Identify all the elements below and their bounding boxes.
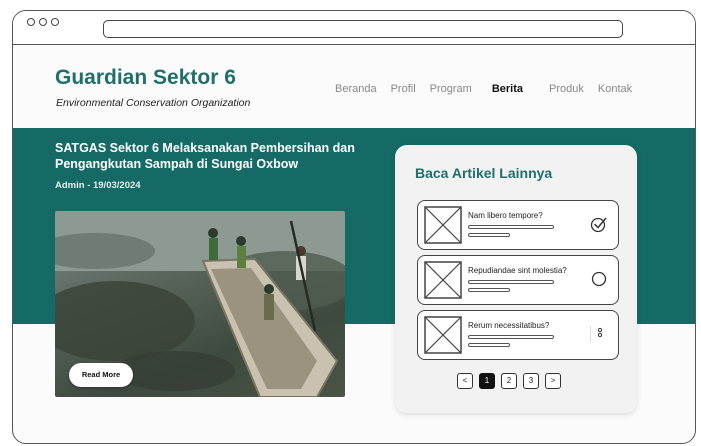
browser-chrome [13, 11, 695, 45]
check-circle-icon[interactable] [590, 215, 608, 233]
main-nav: Beranda Profil Program Berita Produk Kon… [335, 83, 646, 95]
window-controls [27, 18, 59, 26]
text-placeholder-line [468, 225, 554, 229]
related-articles-panel: Baca Artikel Lainnya Nam libero tempore?… [395, 145, 637, 413]
site-tagline: Environmental Conservation Organization [56, 97, 251, 109]
article-headline: SATGAS Sektor 6 Melaksanakan Pembersihan… [55, 141, 355, 171]
related-article-title: Rerum necessitatibus? [468, 321, 550, 330]
text-placeholder-line [468, 233, 510, 237]
related-articles-title: Baca Artikel Lainnya [415, 165, 553, 181]
text-placeholder-line [468, 280, 554, 284]
text-placeholder-line [468, 343, 510, 347]
pagination: < 1 2 3 > [457, 373, 561, 389]
nav-item-produk[interactable]: Produk [549, 83, 584, 95]
image-placeholder-icon [424, 316, 462, 354]
read-more-button[interactable]: Read More [69, 363, 133, 387]
pagination-next-button[interactable]: > [545, 373, 561, 389]
text-placeholder-line [468, 335, 554, 339]
nav-item-kontak[interactable]: Kontak [598, 83, 632, 95]
related-article-card[interactable]: Nam libero tempore? [417, 200, 619, 250]
site-header: Guardian Sektor 6 Environmental Conserva… [13, 46, 695, 128]
window-dot-minimize[interactable] [39, 18, 47, 26]
nav-item-berita[interactable]: Berita [492, 83, 523, 95]
image-placeholder-icon [424, 261, 462, 299]
dots-vertical-icon[interactable] [590, 325, 608, 343]
window-dot-close[interactable] [27, 18, 35, 26]
circle-icon[interactable] [590, 270, 608, 288]
related-article-title: Nam libero tempore? [468, 211, 543, 220]
pagination-page-2[interactable]: 2 [501, 373, 517, 389]
pagination-page-1[interactable]: 1 [479, 373, 495, 389]
text-placeholder-line [468, 288, 510, 292]
site-brand[interactable]: Guardian Sektor 6 [55, 66, 236, 90]
related-article-title: Repudiandae sint molestia? [468, 266, 567, 275]
image-placeholder-icon [424, 206, 462, 244]
pagination-prev-button[interactable]: < [457, 373, 473, 389]
nav-item-beranda[interactable]: Beranda [335, 83, 377, 95]
window-dot-maximize[interactable] [51, 18, 59, 26]
address-bar[interactable] [103, 20, 623, 38]
nav-item-profil[interactable]: Profil [391, 83, 416, 95]
browser-window: Guardian Sektor 6 Environmental Conserva… [12, 10, 696, 444]
nav-item-program[interactable]: Program [430, 83, 472, 95]
related-article-card[interactable]: Repudiandae sint molestia? [417, 255, 619, 305]
related-article-card[interactable]: Rerum necessitatibus? [417, 310, 619, 360]
article-meta: Admin - 19/03/2024 [55, 180, 141, 191]
pagination-page-3[interactable]: 3 [523, 373, 539, 389]
